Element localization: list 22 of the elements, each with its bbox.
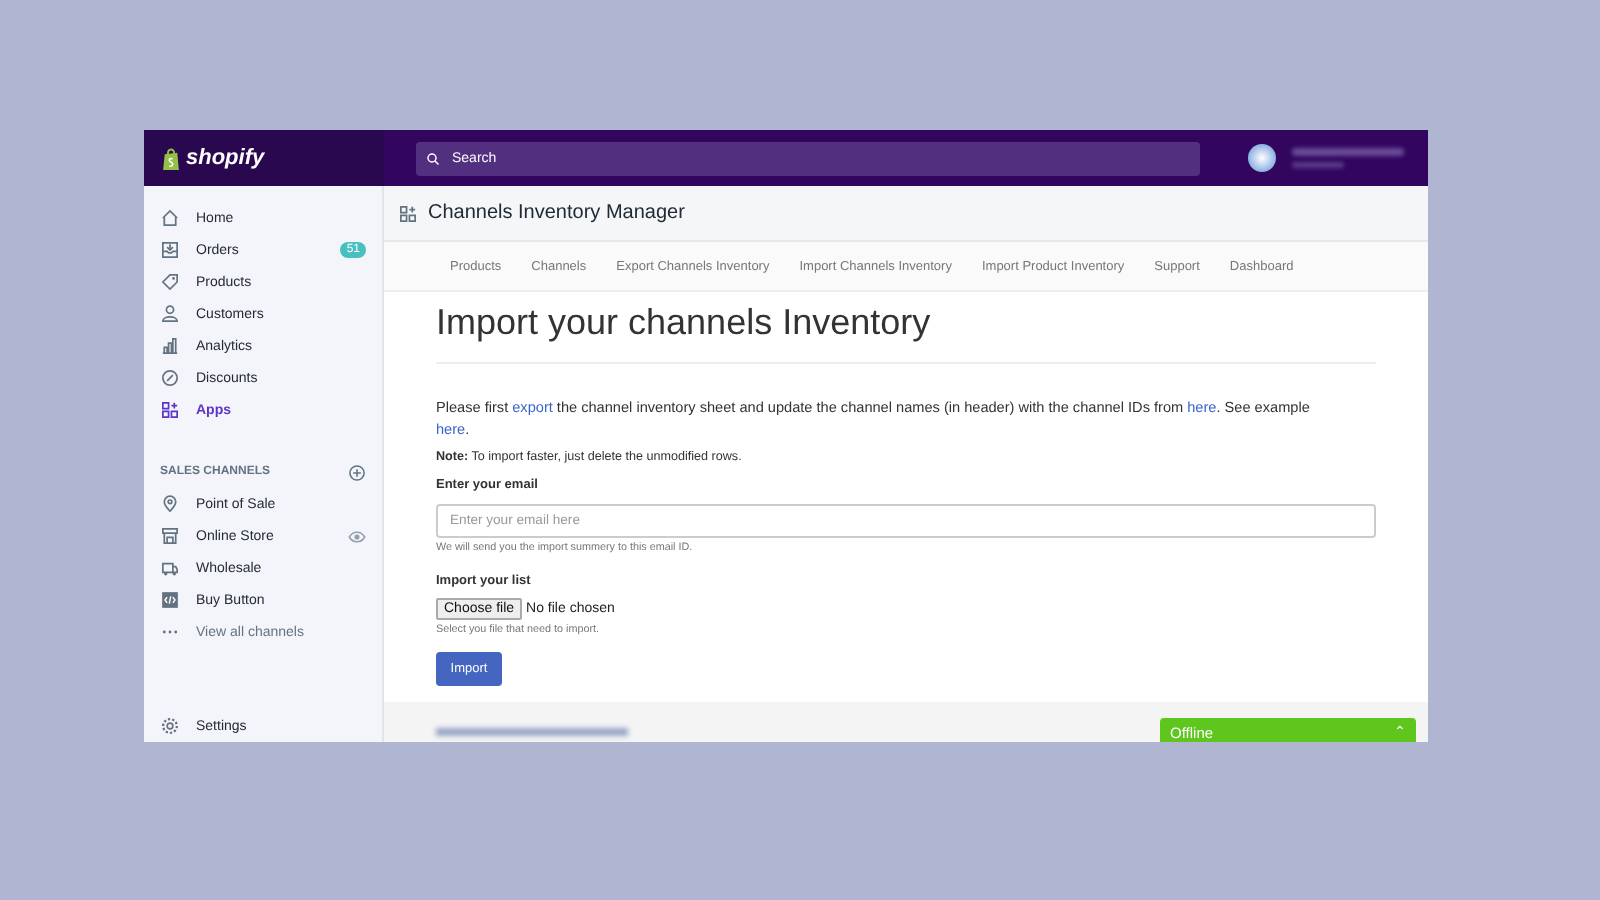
add-icon bbox=[348, 463, 366, 481]
blurred-text bbox=[1292, 148, 1404, 156]
location-pin-icon bbox=[160, 494, 180, 514]
shopping-bag-icon bbox=[160, 145, 182, 171]
app-title: Channels Inventory Manager bbox=[428, 202, 685, 224]
bar-chart-icon bbox=[160, 336, 180, 356]
inbox-icon bbox=[160, 240, 180, 260]
apps-icon bbox=[160, 400, 180, 420]
logo-text: shopify bbox=[186, 146, 265, 170]
search-icon bbox=[426, 151, 440, 165]
house-icon bbox=[160, 208, 180, 228]
code-icon bbox=[160, 590, 180, 610]
tag-icon bbox=[160, 272, 180, 292]
person-icon bbox=[160, 304, 180, 324]
discount-icon bbox=[160, 368, 180, 388]
apps-icon bbox=[398, 203, 418, 223]
store-icon bbox=[160, 526, 180, 546]
page-heading: Import your channels Inventory bbox=[436, 302, 933, 344]
avatar[interactable] bbox=[1248, 144, 1276, 172]
blurred-text bbox=[1292, 162, 1344, 168]
settings-icon bbox=[160, 716, 180, 736]
truck-icon bbox=[160, 558, 180, 578]
